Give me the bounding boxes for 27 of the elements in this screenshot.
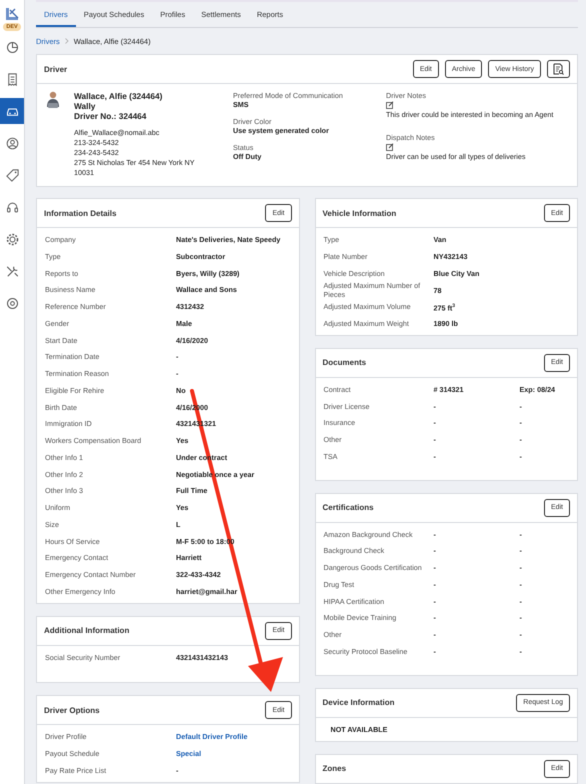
card-title: Certifications (322, 503, 374, 512)
card-title: Information Details (44, 208, 116, 218)
headset-icon (4, 200, 20, 214)
report-button[interactable] (547, 60, 570, 78)
settings-icon (4, 296, 20, 310)
card-title: Device Information (322, 698, 395, 707)
driver-name: Wallace, Alfie (324464) (74, 91, 164, 101)
card-title: Driver (44, 64, 68, 74)
card-title: Zones (322, 764, 346, 773)
avatar-figure (46, 91, 60, 109)
chevron-icon (64, 38, 69, 44)
card-title: Additional Information (44, 626, 130, 635)
card-title: Vehicle Information (322, 208, 396, 218)
card-title: Documents (322, 358, 366, 368)
driver-number: Driver No.: 324464 (74, 111, 148, 121)
person-icon (4, 136, 20, 150)
tools-icon (4, 264, 20, 278)
pie-chart-icon (4, 40, 20, 54)
edit-icon[interactable] (386, 101, 394, 109)
tag-icon (4, 168, 20, 182)
card-title: Driver Options (44, 706, 100, 715)
document-search-icon (553, 63, 564, 75)
logo-icon[interactable] (4, 6, 20, 22)
edit-icon[interactable] (386, 143, 394, 151)
gear-icon (4, 232, 20, 246)
driver-nickname: Wally (74, 101, 96, 111)
sidebar-item[interactable] (0, 98, 24, 124)
